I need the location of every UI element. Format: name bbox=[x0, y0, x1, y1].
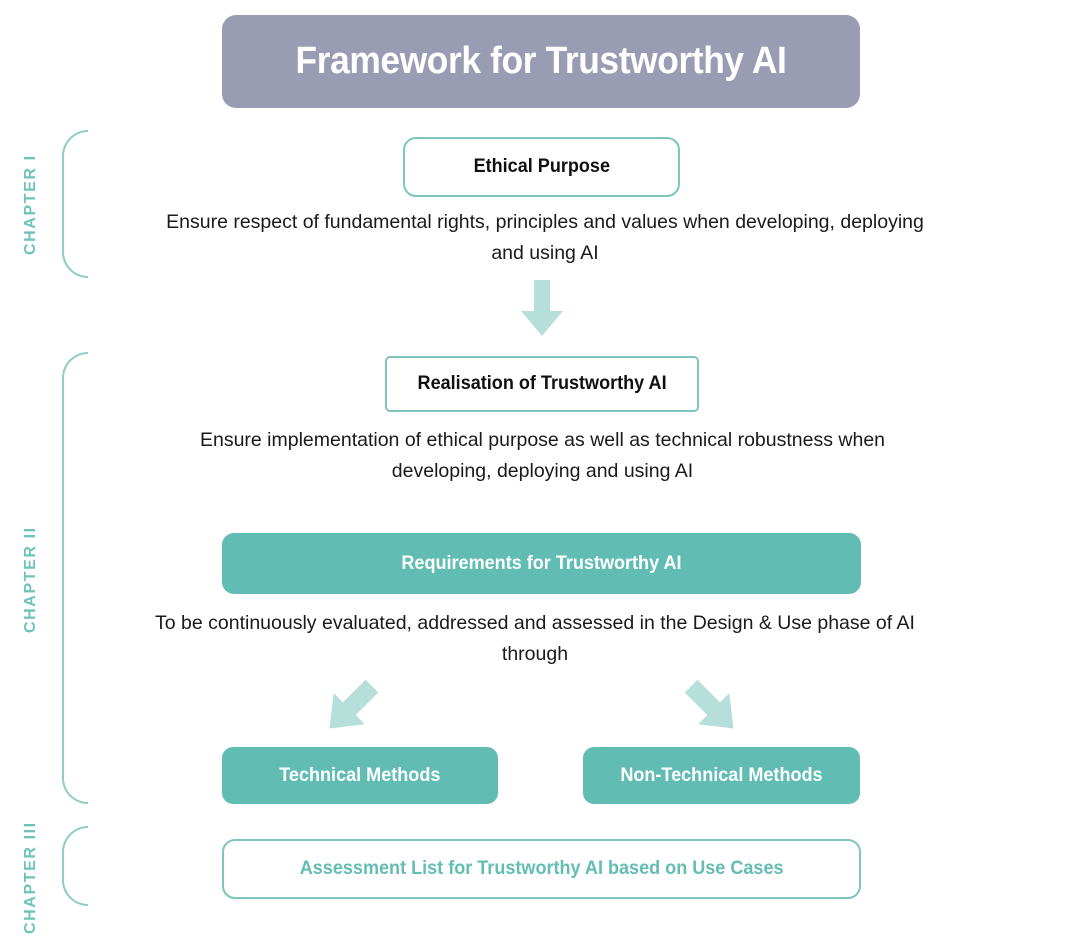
chapter-bracket-1 bbox=[62, 130, 88, 278]
node-assessment-list[interactable]: Assessment List for Trustworthy AI based… bbox=[222, 839, 861, 899]
node-ethical-purpose[interactable]: Ethical Purpose bbox=[403, 137, 680, 197]
page-title: Framework for Trustworthy AI bbox=[295, 40, 787, 82]
chapter-label-2: CHAPTER II bbox=[22, 526, 39, 634]
caption-ethical-purpose: Ensure respect of fundamental rights, pr… bbox=[166, 211, 924, 264]
diagram-canvas: Framework for Trustworthy AI CHAPTER I E… bbox=[0, 0, 1080, 947]
arrow-down-right-icon bbox=[678, 673, 748, 743]
node-requirements-label: Requirements for Trustworthy AI bbox=[401, 552, 682, 574]
node-technical-methods-label: Technical Methods bbox=[279, 764, 441, 786]
diagram-title-banner: Framework for Trustworthy AI bbox=[222, 15, 860, 108]
caption-requirements: To be continuously evaluated, addressed … bbox=[155, 612, 915, 665]
chapter-bracket-2 bbox=[62, 352, 88, 804]
node-non-technical-methods-label: Non-Technical Methods bbox=[620, 764, 823, 786]
node-assessment-list-label: Assessment List for Trustworthy AI based… bbox=[299, 858, 784, 879]
arrow-down-left-icon bbox=[315, 673, 385, 743]
node-realisation-label: Realisation of Trustworthy AI bbox=[417, 373, 667, 394]
node-requirements[interactable]: Requirements for Trustworthy AI bbox=[222, 533, 861, 594]
node-ethical-purpose-label: Ethical Purpose bbox=[473, 156, 610, 177]
chapter-bracket-3 bbox=[62, 826, 88, 906]
node-realisation[interactable]: Realisation of Trustworthy AI bbox=[385, 356, 699, 412]
chapter-label-3: CHAPTER III bbox=[22, 821, 39, 934]
chapter-label-1: CHAPTER I bbox=[22, 154, 39, 256]
node-technical-methods[interactable]: Technical Methods bbox=[222, 747, 498, 804]
node-non-technical-methods[interactable]: Non-Technical Methods bbox=[583, 747, 860, 804]
arrow-down-icon bbox=[513, 280, 571, 338]
caption-realisation: Ensure implementation of ethical purpose… bbox=[199, 429, 886, 482]
